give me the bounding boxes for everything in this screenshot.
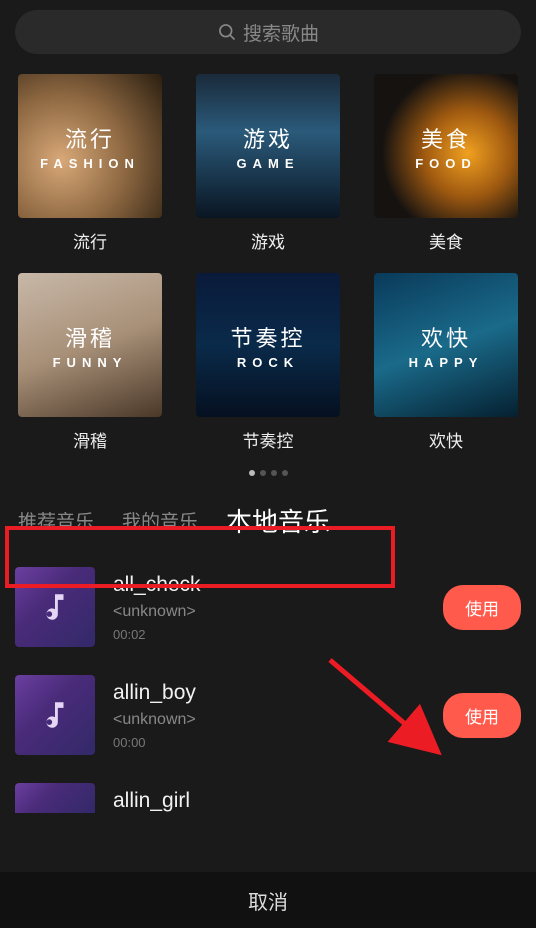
category-thumb: 流行 FASHION (18, 74, 162, 218)
song-list: all_check <unknown> 00:02 使用 allin_boy <… (0, 553, 536, 813)
page-indicator (0, 470, 536, 476)
list-item[interactable]: all_check <unknown> 00:02 使用 (15, 553, 521, 661)
category-label: 游戏 (251, 228, 285, 253)
category-thumb: 美食 FOOD (374, 74, 518, 218)
song-duration: 00:02 (113, 627, 425, 642)
music-note-icon (38, 698, 72, 732)
category-label: 美食 (429, 228, 463, 253)
song-title: allin_boy (113, 681, 425, 705)
category-thumb: 游戏 GAME (196, 74, 340, 218)
category-label: 节奏控 (243, 427, 294, 452)
category-item-fashion[interactable]: 流行 FASHION 流行 (15, 74, 165, 253)
album-art (15, 783, 95, 813)
category-thumb: 滑稽 FUNNY (18, 273, 162, 417)
dot-2 (260, 470, 266, 476)
category-item-funny[interactable]: 滑稽 FUNNY 滑稽 (15, 273, 165, 452)
song-title: all_check (113, 573, 425, 597)
song-meta: allin_girl (113, 789, 521, 813)
list-item[interactable]: allin_girl (15, 769, 521, 813)
music-note-icon (38, 590, 72, 624)
tab-recommend[interactable]: 推荐音乐 (18, 507, 94, 534)
search-input[interactable]: 搜索歌曲 (15, 10, 521, 54)
category-label: 欢快 (429, 427, 463, 452)
song-artist: <unknown> (113, 711, 425, 729)
song-duration: 00:00 (113, 735, 425, 750)
album-art (15, 675, 95, 755)
category-thumb: 欢快 HAPPY (374, 273, 518, 417)
category-label: 滑稽 (73, 427, 107, 452)
category-item-happy[interactable]: 欢快 HAPPY 欢快 (371, 273, 521, 452)
category-item-rock[interactable]: 节奏控 ROCK 节奏控 (193, 273, 343, 452)
category-thumb: 节奏控 ROCK (196, 273, 340, 417)
dot-3 (271, 470, 277, 476)
search-placeholder: 搜索歌曲 (243, 19, 319, 46)
category-label: 流行 (73, 228, 107, 253)
album-art (15, 567, 95, 647)
song-meta: all_check <unknown> 00:02 (113, 573, 425, 642)
category-item-food[interactable]: 美食 FOOD 美食 (371, 74, 521, 253)
use-button[interactable]: 使用 (443, 693, 521, 738)
use-button[interactable]: 使用 (443, 585, 521, 630)
cancel-button[interactable]: 取消 (0, 872, 536, 928)
song-title: allin_girl (113, 789, 521, 813)
search-icon (217, 22, 237, 42)
list-item[interactable]: allin_boy <unknown> 00:00 使用 (15, 661, 521, 769)
tab-local[interactable]: 本地音乐 (226, 502, 330, 539)
tab-mine[interactable]: 我的音乐 (122, 507, 198, 534)
music-tabs: 推荐音乐 我的音乐 本地音乐 (0, 488, 536, 553)
dot-4 (282, 470, 288, 476)
category-item-game[interactable]: 游戏 GAME 游戏 (193, 74, 343, 253)
category-grid: 流行 FASHION 流行 游戏 GAME 游戏 美食 FOOD 美食 滑稽 F… (0, 74, 536, 452)
dot-1 (249, 470, 255, 476)
song-artist: <unknown> (113, 603, 425, 621)
song-meta: allin_boy <unknown> 00:00 (113, 681, 425, 750)
